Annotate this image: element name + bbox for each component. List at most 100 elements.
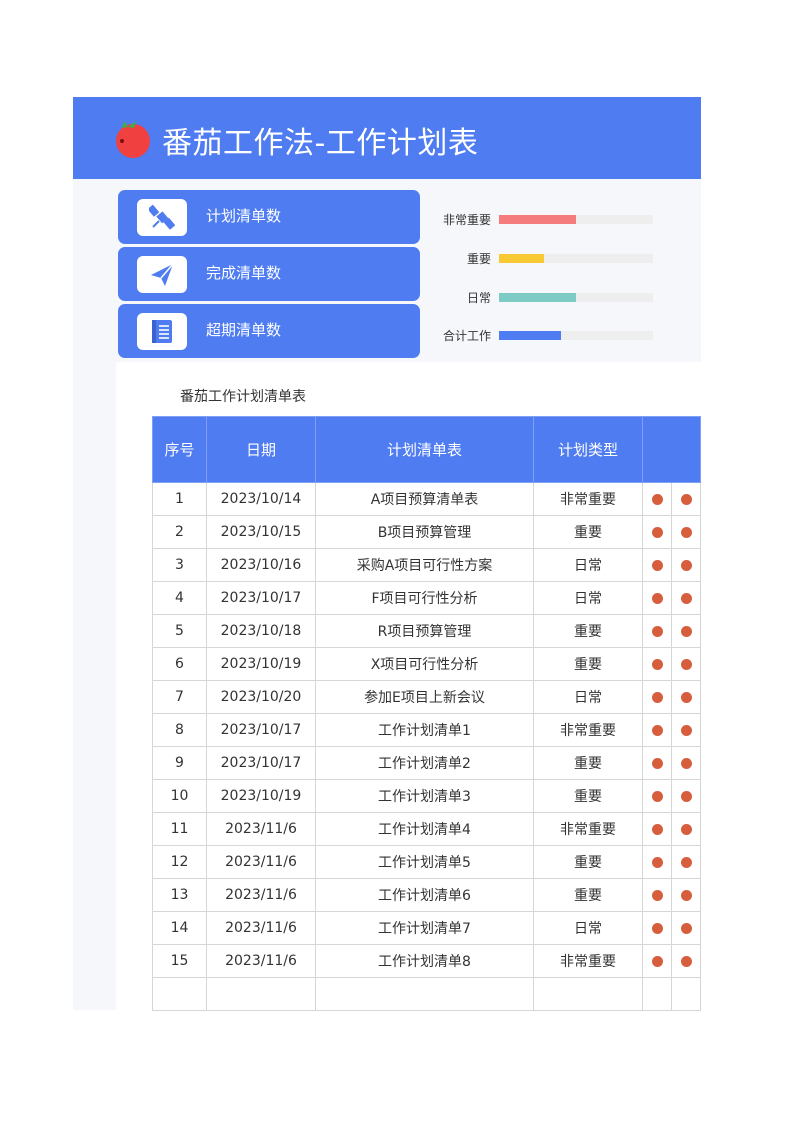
cell-status	[671, 581, 701, 615]
table-row: 3 2023/10/16 采购A项目可行性方案 日常	[152, 548, 701, 582]
table-row: 7 2023/10/20 参加E项目上新会议 日常	[152, 680, 701, 714]
table-row: 11 2023/11/6 工作计划清单4 非常重要	[152, 812, 701, 846]
cell-type: 日常	[533, 680, 643, 714]
cell-index: 1	[152, 482, 207, 516]
cell-plan: A项目预算清单表	[315, 482, 534, 516]
card-label-plan: 计划清单数	[206, 207, 282, 225]
cell-empty	[671, 977, 701, 1011]
cell-status	[671, 878, 701, 912]
paper-plane-icon	[151, 263, 174, 286]
table-row: 2 2023/10/15 B项目预算管理 重要	[152, 515, 701, 549]
cell-status	[671, 779, 701, 813]
cell-plan: 采购A项目可行性方案	[315, 548, 534, 582]
cell-plan: 工作计划清单4	[315, 812, 534, 846]
status-dot	[680, 526, 692, 538]
cell-type: 重要	[533, 746, 643, 780]
bar-fill-total	[499, 331, 561, 340]
cell-date: 2023/11/6	[206, 944, 316, 978]
cell-date: 2023/10/19	[206, 779, 316, 813]
status-dot	[651, 856, 663, 868]
header-index: 序号	[152, 416, 207, 483]
status-dot	[651, 559, 663, 571]
status-dot	[651, 526, 663, 538]
cell-empty	[642, 977, 672, 1011]
bar-track-daily	[499, 293, 653, 302]
card-icon-box	[137, 313, 187, 350]
cell-type: 重要	[533, 779, 643, 813]
table-header-row: 序号 日期 计划清单表 计划类型	[152, 416, 701, 483]
cell-plan: 工作计划清单2	[315, 746, 534, 780]
cell-index: 7	[152, 680, 207, 714]
cell-status	[671, 746, 701, 780]
status-dot	[651, 757, 663, 769]
status-dot	[651, 625, 663, 637]
table-row: 15 2023/11/6 工作计划清单8 非常重要	[152, 944, 701, 978]
cell-type: 日常	[533, 581, 643, 615]
bar-track-total	[499, 331, 653, 340]
page-title: 番茄工作法-工作计划表	[162, 126, 479, 161]
cell-type: 重要	[533, 845, 643, 879]
cell-plan: 工作计划清单8	[315, 944, 534, 978]
bar-track-important	[499, 254, 653, 263]
bar-track-very-important	[499, 215, 653, 224]
table-row: 12 2023/11/6 工作计划清单5 重要	[152, 845, 701, 879]
status-dot	[680, 625, 692, 637]
status-dot	[680, 724, 692, 736]
cell-date: 2023/10/14	[206, 482, 316, 516]
status-dot	[680, 691, 692, 703]
cell-plan: 参加E项目上新会议	[315, 680, 534, 714]
cell-index: 14	[152, 911, 207, 945]
table-row: 14 2023/11/6 工作计划清单7 日常	[152, 911, 701, 945]
status-dot	[651, 592, 663, 604]
cell-index: 4	[152, 581, 207, 615]
status-dot	[680, 658, 692, 670]
bar-fill-daily	[499, 293, 576, 302]
cell-status	[642, 713, 672, 747]
bar-label-daily: 日常	[466, 291, 491, 305]
cell-index: 5	[152, 614, 207, 648]
cell-empty	[533, 977, 643, 1011]
cell-plan: 工作计划清单3	[315, 779, 534, 813]
cell-date: 2023/10/17	[206, 713, 316, 747]
cell-type: 非常重要	[533, 944, 643, 978]
cell-index: 6	[152, 647, 207, 681]
cell-type: 非常重要	[533, 812, 643, 846]
table-row: 6 2023/10/19 X项目可行性分析 重要	[152, 647, 701, 681]
cell-status	[671, 680, 701, 714]
table-row: 10 2023/10/19 工作计划清单3 重要	[152, 779, 701, 813]
cell-status	[671, 911, 701, 945]
cell-type: 重要	[533, 647, 643, 681]
card-icon-box	[137, 199, 187, 236]
cell-status	[642, 548, 672, 582]
cell-status	[671, 713, 701, 747]
card-label-done: 完成清单数	[206, 264, 282, 282]
status-dot	[651, 823, 663, 835]
cell-status	[642, 911, 672, 945]
cell-status	[642, 878, 672, 912]
cell-type: 非常重要	[533, 713, 643, 747]
bar-label-important: 重要	[466, 252, 491, 266]
status-dot	[680, 559, 692, 571]
cell-status	[642, 515, 672, 549]
cell-type: 日常	[533, 548, 643, 582]
cell-status	[642, 779, 672, 813]
cell-status	[671, 482, 701, 516]
cell-type: 重要	[533, 878, 643, 912]
cell-date: 2023/11/6	[206, 812, 316, 846]
cell-type: 日常	[533, 911, 643, 945]
cell-type: 重要	[533, 614, 643, 648]
cell-status	[642, 812, 672, 846]
cell-status	[671, 944, 701, 978]
cell-index: 3	[152, 548, 207, 582]
bar-label-very-important: 非常重要	[442, 213, 491, 227]
table-row: 13 2023/11/6 工作计划清单6 重要	[152, 878, 701, 912]
cell-status	[642, 482, 672, 516]
card-done-count: 完成清单数	[118, 247, 420, 301]
status-dot	[651, 922, 663, 934]
cell-date: 2023/10/17	[206, 746, 316, 780]
cell-plan: 工作计划清单6	[315, 878, 534, 912]
status-dot	[651, 724, 663, 736]
card-label-overdue: 超期清单数	[206, 321, 282, 339]
card-icon-box	[137, 256, 187, 293]
cell-date: 2023/10/16	[206, 548, 316, 582]
